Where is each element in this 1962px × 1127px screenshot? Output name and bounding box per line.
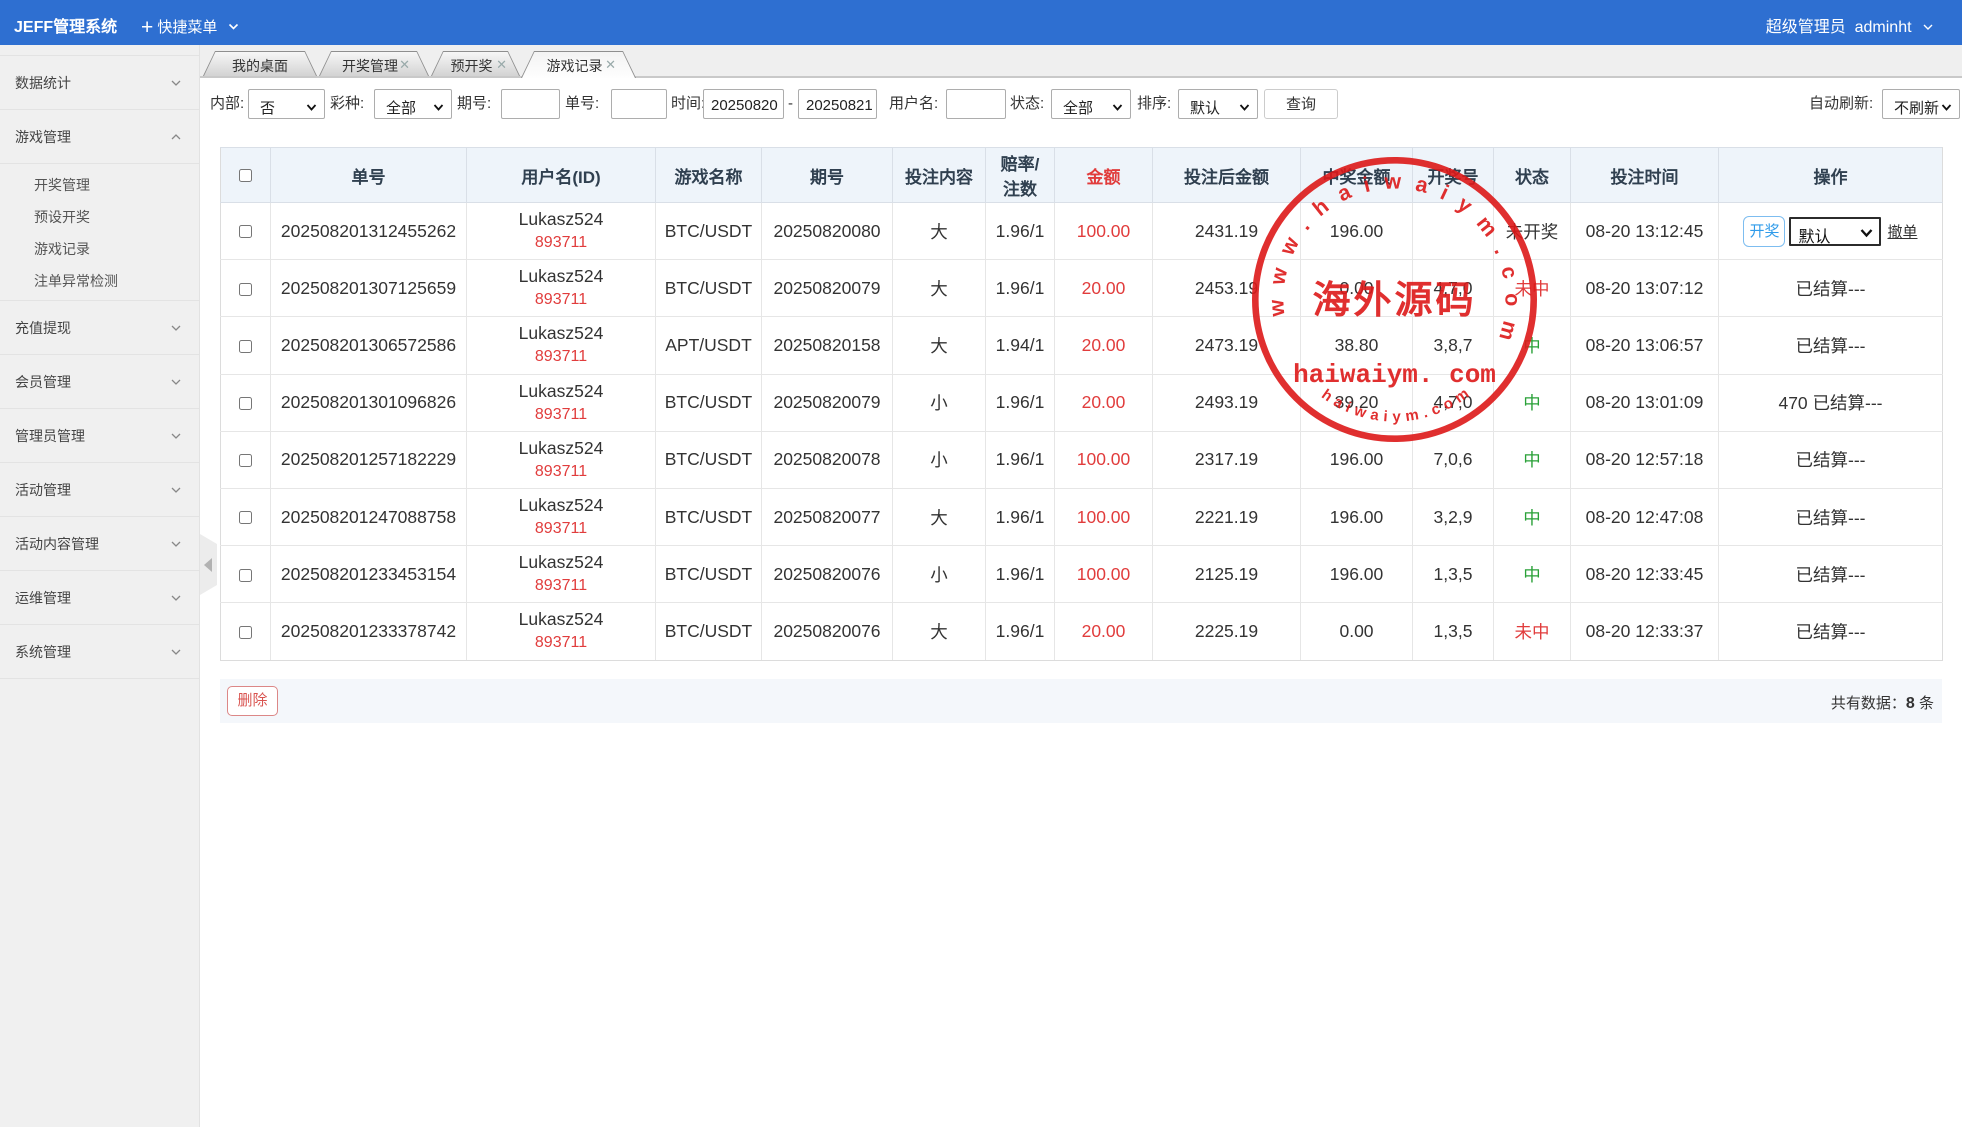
svg-text:海外源码: 海外源码 <box>1312 280 1476 322</box>
svg-text:haiwaiym.com: haiwaiym.com <box>1318 385 1472 426</box>
svg-text:haiwaiym. com: haiwaiym. com <box>1293 360 1496 390</box>
